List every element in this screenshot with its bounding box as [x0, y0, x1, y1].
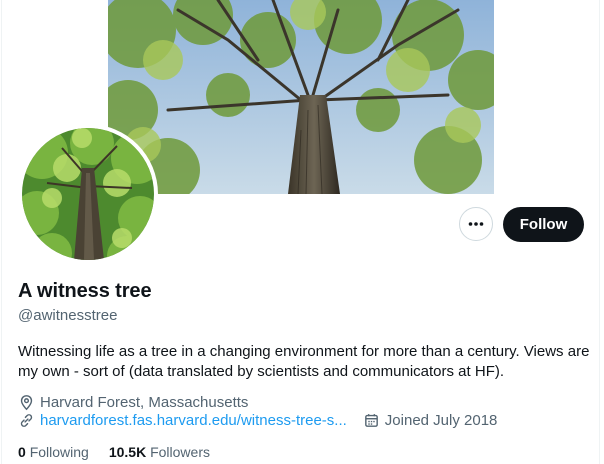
profile-banner[interactable] — [108, 0, 494, 194]
following-label: Following — [29, 444, 89, 460]
location-row: Harvard Forest, Massachusetts — [18, 394, 248, 411]
follow-button[interactable]: Follow — [503, 207, 584, 242]
followers-count: 10.5K — [108, 444, 147, 460]
location-text: Harvard Forest, Massachusetts — [40, 394, 249, 411]
profile-bio: Witnessing life as a tree in a changing … — [18, 343, 590, 380]
following-count: 0 — [18, 444, 26, 460]
followers-stat[interactable]: 10.5K Followers — [109, 444, 210, 460]
profile-avatar[interactable] — [18, 124, 158, 264]
more-horizontal-icon — [468, 222, 484, 226]
website-link[interactable]: harvardforest.fas.harvard.edu/witness-tr… — [40, 412, 347, 429]
display-name: A witness tree — [18, 280, 152, 302]
user-handle: @awitnesstree — [18, 307, 118, 324]
following-stat[interactable]: 0 Following — [18, 444, 89, 460]
joined-text: Joined July 2018 — [384, 412, 498, 429]
more-options-button[interactable] — [459, 207, 493, 241]
link-icon — [20, 414, 33, 427]
followers-label: Followers — [150, 444, 210, 460]
location-pin-icon — [20, 395, 33, 411]
link-joined-row: harvardforest.fas.harvard.edu/witness-tr… — [18, 412, 497, 429]
follow-stats: 0 Following 10.5K Followers — [18, 444, 230, 460]
calendar-icon — [364, 414, 378, 427]
joined-date: Joined July 2018 — [363, 412, 498, 429]
avatar-image — [22, 128, 154, 260]
